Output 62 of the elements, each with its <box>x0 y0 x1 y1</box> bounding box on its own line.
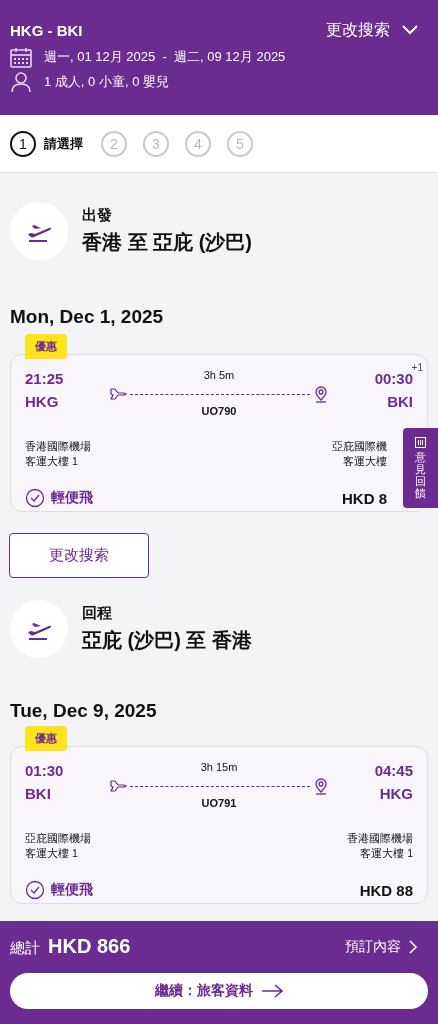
continue-button[interactable]: 繼續：旅客資料 <box>10 973 428 1009</box>
chevron-down-icon <box>402 25 418 35</box>
arrival-code: HKG <box>378 785 413 802</box>
departure-terminal: 客運大樓 1 <box>25 846 79 861</box>
check-circle-icon <box>25 488 45 508</box>
departure-code: HKG <box>25 393 60 410</box>
plane-icon <box>109 385 127 403</box>
step-indicator: 4 <box>185 130 211 157</box>
departure-time: 21:25 <box>25 369 65 389</box>
fare-price: HKD 88 <box>359 881 413 899</box>
route-title: HKG - BKI <box>10 21 83 39</box>
day-offset: +1 <box>411 362 423 373</box>
step-indicator: 3 <box>143 130 169 157</box>
step-indicator: 2 <box>101 130 127 157</box>
change-search-button[interactable]: 更改搜索 <box>326 19 428 41</box>
feedback-tab[interactable]: 意見回饋 <box>403 428 438 508</box>
check-circle-icon <box>25 880 45 900</box>
location-pin-icon <box>313 385 329 403</box>
calendar-icon <box>10 46 32 68</box>
booking-details-link[interactable]: 預訂內容 <box>345 937 428 956</box>
step-label: 請選擇 <box>44 134 83 153</box>
fare-type: 輕便飛 <box>51 489 93 507</box>
arrival-code: BKI <box>386 393 413 410</box>
flight-date: Tue, Dec 9, 2025 <box>10 700 158 722</box>
route-heading: 香港 至 亞庇 (沙巴) <box>82 230 252 255</box>
route-heading: 亞庇 (沙巴) 至 香港 <box>82 628 252 653</box>
location-pin-icon <box>313 777 329 795</box>
flight-number: UO790 <box>201 405 237 417</box>
deal-badge: 優惠 <box>25 334 67 359</box>
arrival-terminal: 客運大樓 1 <box>359 846 413 861</box>
flight-number: UO791 <box>201 797 237 809</box>
flight-duration: 3h 5m <box>203 369 235 381</box>
person-icon <box>10 71 32 93</box>
travel-dates: 週一, 01 12月 2025 - 週二, 09 12月 2025 <box>44 48 286 66</box>
departure-code: BKI <box>25 785 52 802</box>
section-title: 回程 <box>82 604 113 623</box>
flight-duration: 3h 15m <box>200 761 238 773</box>
chevron-right-icon <box>409 939 418 954</box>
passenger-count: 1 成人, 0 小童, 0 嬰兒 <box>44 73 169 91</box>
step-indicator: 5 <box>227 130 253 157</box>
departure-airport: 香港國際機場 <box>25 439 91 454</box>
arrow-right-icon <box>261 983 283 999</box>
total-price: HKD 866 <box>48 935 131 958</box>
departure-time: 01:30 <box>25 761 65 781</box>
step-indicator: 1 <box>10 130 36 157</box>
arrival-terminal: 客運大樓 <box>342 454 387 469</box>
flight-card[interactable]: 01:30 BKI 3h 15m UO791 04:45 HKG 亞庇國際機場 客運大樓 1 香港國際機場 客運大樓 1 輕便飛 HKD 88 <box>10 746 428 904</box>
menu-icon <box>415 437 426 448</box>
fare-type: 輕便飛 <box>51 881 93 899</box>
arrival-time: 00:30 <box>373 370 413 389</box>
departure-airport: 亞庇國際機場 <box>25 831 91 846</box>
arrival-airport: 亞庇國際機 <box>332 439 387 454</box>
fare-price: HKD 8 <box>342 489 388 507</box>
departure-terminal: 客運大樓 1 <box>25 454 79 469</box>
arrival-time: 04:45 <box>373 761 413 781</box>
flight-date: Mon, Dec 1, 2025 <box>10 306 165 328</box>
change-search-button[interactable]: 更改搜索 <box>9 533 149 578</box>
plane-icon <box>109 777 127 795</box>
deal-badge: 優惠 <box>25 726 67 751</box>
arrival-airport: 香港國際機場 <box>347 831 413 846</box>
total-label: 總計 <box>10 939 40 958</box>
section-title: 出發 <box>82 206 113 225</box>
